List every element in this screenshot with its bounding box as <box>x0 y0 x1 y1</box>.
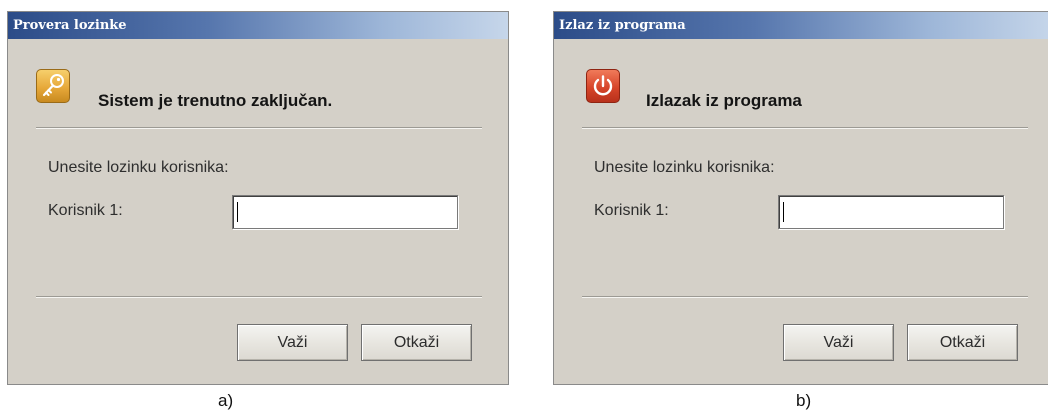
dialog-header: Sistem je trenutno zaključan. <box>98 91 333 110</box>
dialog-title-bar[interactable]: Provera lozinke <box>8 12 508 39</box>
password-prompt-label: Unesite lozinku korisnika: <box>594 159 775 176</box>
ok-button[interactable]: Važi <box>237 324 348 361</box>
figure-caption-a: a) <box>218 391 234 410</box>
divider <box>582 296 1028 298</box>
dialog-header: Izlazak iz programa <box>646 91 802 110</box>
cancel-button[interactable]: Otkaži <box>361 324 472 361</box>
text-caret <box>783 202 784 222</box>
key-icon <box>36 69 70 103</box>
dialog-title: Provera lozinke <box>13 18 127 33</box>
power-icon <box>586 69 620 103</box>
text-caret <box>237 202 238 222</box>
divider <box>582 127 1028 129</box>
password-check-dialog: Provera lozinke Sistem je trenutno zaklj… <box>7 11 509 385</box>
figure-caption-b: b) <box>796 391 812 410</box>
dialog-title: Izlaz iz programa <box>559 18 686 33</box>
password-prompt-label: Unesite lozinku korisnika: <box>48 159 229 176</box>
cancel-button[interactable]: Otkaži <box>907 324 1018 361</box>
divider <box>36 127 482 129</box>
divider <box>36 296 482 298</box>
ok-button[interactable]: Važi <box>783 324 894 361</box>
password-input[interactable] <box>778 195 1004 229</box>
password-input[interactable] <box>232 195 458 229</box>
user-label: Korisnik 1: <box>594 202 669 219</box>
exit-program-dialog: Izlaz iz programa Izlazak iz programa Un… <box>553 11 1048 385</box>
user-label: Korisnik 1: <box>48 202 123 219</box>
dialog-title-bar[interactable]: Izlaz iz programa <box>554 12 1048 39</box>
